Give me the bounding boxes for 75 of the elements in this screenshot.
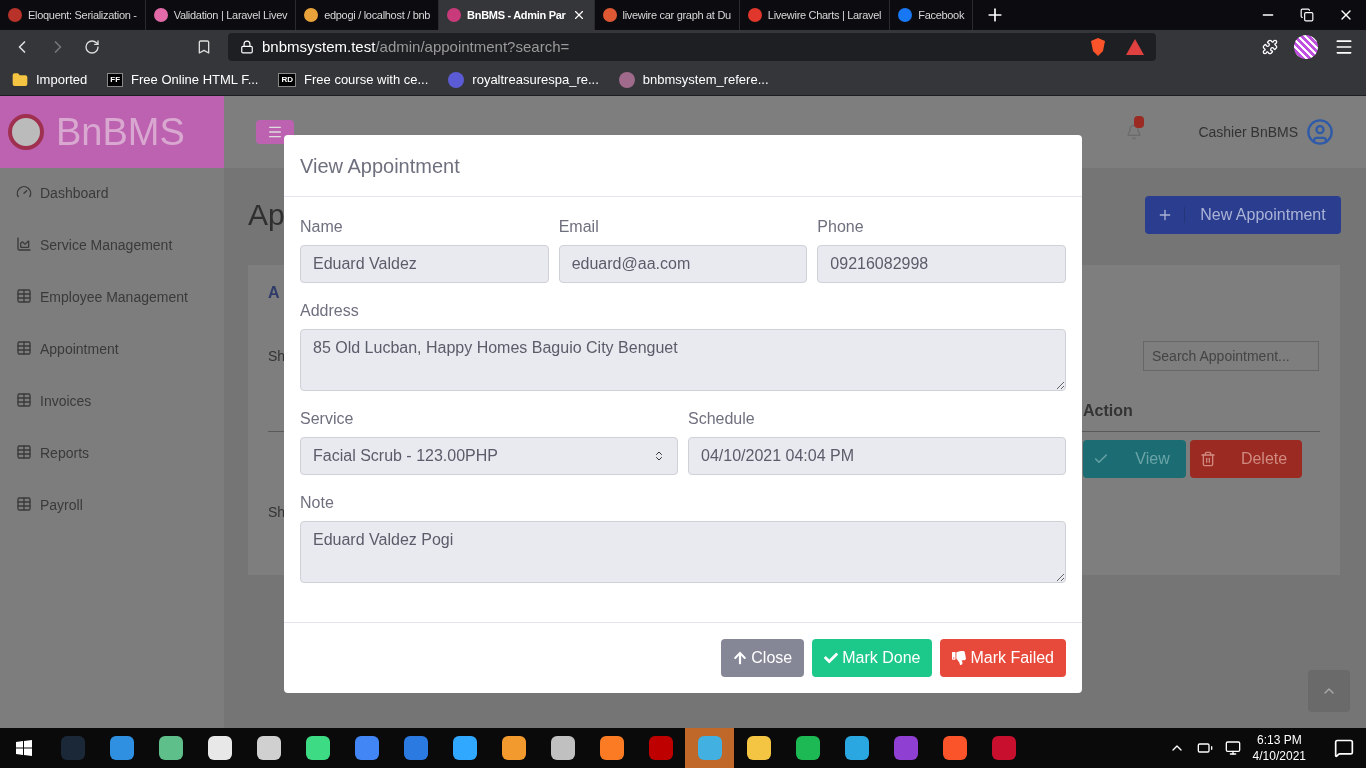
menu-icon[interactable] — [1334, 37, 1354, 57]
gauge-icon — [16, 184, 32, 200]
url-path: /admin/appointment?search= — [375, 36, 570, 57]
bookmark-item[interactable]: FF Free Online HTML F... — [107, 69, 259, 90]
notifications-icon[interactable] — [1334, 738, 1354, 758]
sidebar-item[interactable]: Dashboard — [0, 184, 224, 236]
text-area[interactable]: Eduard Valdez Pogi — [300, 521, 1066, 583]
sidebar-item[interactable]: Reports — [0, 444, 224, 496]
sidebar-item[interactable]: Appointment — [0, 340, 224, 392]
field-label: Email — [558, 217, 600, 237]
clock[interactable]: 6:13 PM 4/10/2021 — [1252, 732, 1306, 764]
modal-action-button[interactable]: Close — [721, 639, 805, 677]
url-host: bnbmsystem.test — [262, 36, 376, 57]
field-label: Schedule — [688, 409, 756, 429]
site-badge: FF — [107, 72, 124, 87]
bookmark-item[interactable]: royaltreasurespa_re... — [448, 69, 599, 90]
reload-icon[interactable] — [84, 39, 100, 55]
column-header: Action — [1083, 402, 1133, 419]
folder-icon — [12, 71, 28, 88]
check-icon — [824, 651, 839, 665]
entries-label: Sh — [268, 347, 286, 366]
lion-shield-icon — [1090, 38, 1106, 56]
table-icon — [16, 444, 32, 460]
text-field[interactable]: 04/10/2021 04:04 PM — [688, 437, 1066, 475]
modal-title: View Appointment — [300, 153, 460, 179]
table-icon — [16, 496, 32, 512]
entries-summary: Sh — [268, 503, 286, 522]
thumbs-down-icon — [952, 651, 967, 665]
battery-icon[interactable] — [1196, 740, 1213, 756]
extensions-icon[interactable] — [1262, 39, 1278, 55]
sidebar-item[interactable]: Payroll — [0, 496, 224, 548]
search-field[interactable]: Search Appointment... — [1143, 341, 1319, 371]
page-title: Ap — [248, 197, 285, 233]
table-icon — [16, 340, 32, 356]
menu-toggle-button[interactable] — [256, 120, 294, 144]
field-label: Name — [300, 217, 344, 237]
lock-icon — [240, 40, 254, 54]
sidebar-item[interactable]: Invoices — [0, 392, 224, 444]
browser-tab[interactable]: BnBMS - Admin Par — [439, 0, 595, 30]
table-icon — [16, 392, 32, 408]
card-title: A — [268, 283, 280, 303]
bookmark-item[interactable]: bnbmsystem_refere... — [618, 69, 769, 90]
arrow-up-icon — [733, 651, 748, 665]
notification-badge — [1134, 116, 1145, 128]
text-field[interactable]: Eduard Valdez — [300, 245, 549, 283]
area-chart-icon — [16, 236, 32, 252]
sidebar-item[interactable]: Service Management — [0, 236, 224, 288]
bookmark-icon[interactable] — [196, 39, 212, 55]
profile-avatar[interactable] — [1294, 35, 1318, 59]
text-field[interactable]: eduard@aa.com — [558, 245, 808, 283]
logo-icon — [8, 114, 44, 150]
select-arrows-icon — [653, 450, 665, 462]
table-icon — [16, 288, 32, 304]
select-field[interactable]: Facial Scrub - 123.00PHP — [300, 437, 678, 475]
network-icon[interactable] — [1224, 740, 1241, 756]
new-appointment-button[interactable]: New Appointment — [1145, 195, 1341, 234]
user-name[interactable]: Cashier BnBMS — [1198, 122, 1298, 142]
field-label: Address — [300, 301, 360, 321]
address-bar[interactable]: bnbmsystem.test/admin/appointment?search= — [228, 33, 1156, 61]
site-badge: RD — [278, 72, 297, 87]
bookmark-item[interactable]: Imported — [12, 69, 88, 90]
brand-name: BnBMS — [56, 109, 185, 155]
sidebar-item[interactable]: Employee Management — [0, 288, 224, 340]
triangle-icon — [1126, 39, 1144, 55]
bookmark-item[interactable]: RD Free course with ce... — [278, 69, 429, 90]
field-label: Phone — [817, 217, 865, 237]
windows-logo-icon[interactable] — [16, 740, 32, 756]
modal-action-button[interactable]: Mark Failed — [940, 639, 1066, 677]
trash-icon — [1200, 451, 1216, 467]
menu-icon — [267, 124, 283, 140]
restore-icon[interactable] — [1300, 8, 1314, 22]
field-label: Service — [300, 409, 355, 429]
text-area[interactable]: 85 Old Lucban, Happy Homes Baguio City Benguet — [300, 329, 1066, 391]
field-label: Note — [300, 493, 335, 513]
text-field[interactable]: 09216082998 — [817, 245, 1066, 283]
